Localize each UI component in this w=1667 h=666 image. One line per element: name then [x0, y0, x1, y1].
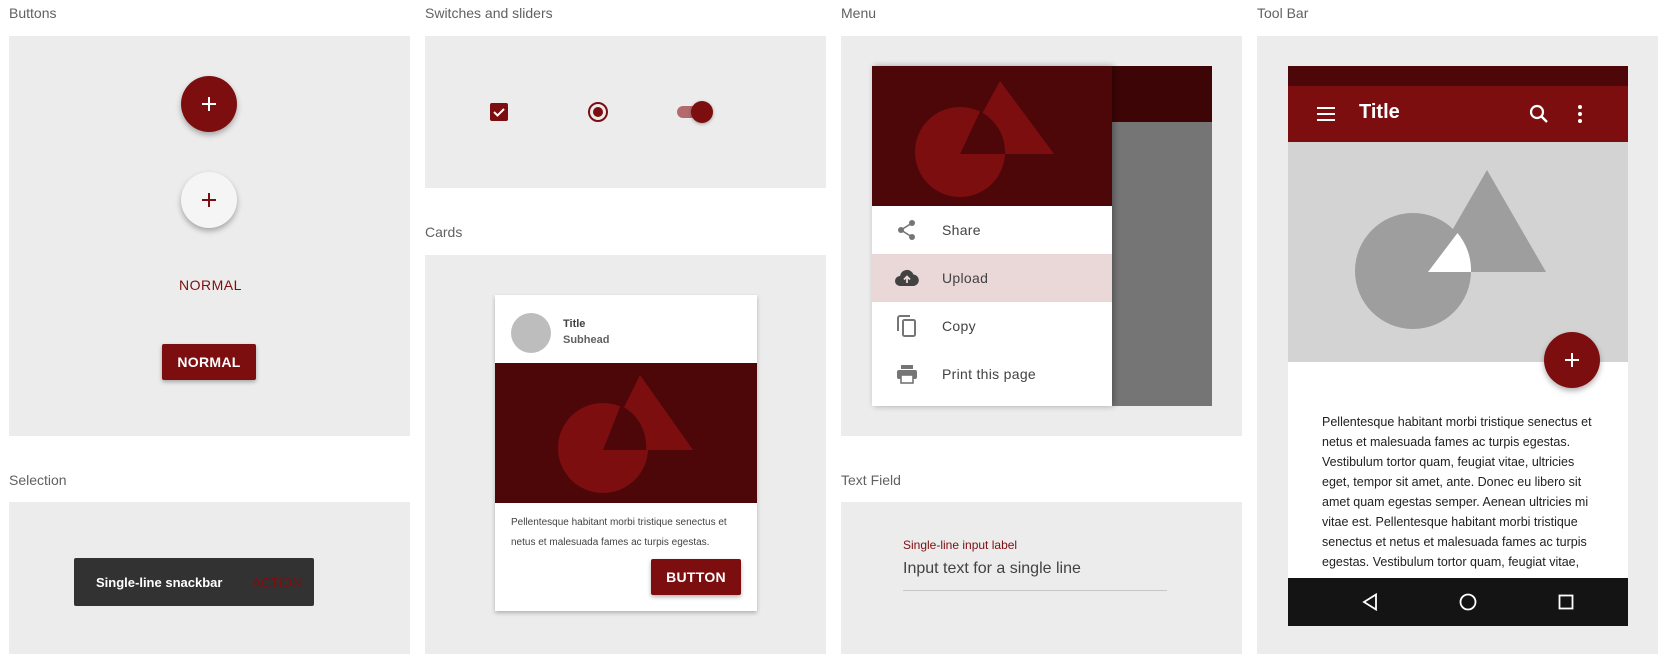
card-media-image: [495, 363, 757, 503]
section-title-menu: Menu: [841, 5, 877, 21]
buttons-panel: NORMAL NORMAL: [9, 36, 410, 436]
menu-item-share[interactable]: Share: [872, 206, 1112, 254]
home-circle-icon: [1459, 593, 1477, 611]
section-title-cards: Cards: [425, 224, 463, 240]
card-action-button[interactable]: BUTTON: [651, 559, 741, 595]
menu-item-label: Copy: [942, 318, 976, 334]
android-nav-bar: [1288, 578, 1628, 626]
section-title-selection: Selection: [9, 472, 67, 488]
hamburger-menu-icon[interactable]: [1316, 106, 1336, 122]
search-icon[interactable]: [1528, 103, 1550, 125]
cards-panel: Title Subhead Pellentesque habitant morb…: [425, 255, 826, 654]
fab-add-button-toolbar[interactable]: [1544, 332, 1600, 388]
nav-back-button[interactable]: [1340, 578, 1400, 626]
snackbar-action-button[interactable]: ACTION: [252, 575, 301, 590]
flat-normal-button[interactable]: NORMAL: [179, 277, 242, 293]
more-vert-icon[interactable]: [1576, 103, 1584, 125]
menu-demo-screen: Share Upload Copy Print this page: [872, 66, 1212, 406]
section-title-text-field: Text Field: [841, 472, 901, 488]
text-field-panel: Single-line input label Input text for a…: [841, 502, 1242, 654]
status-bar: [1288, 66, 1628, 86]
card-title: Title: [563, 318, 586, 330]
copy-icon: [872, 314, 942, 338]
nav-home-button[interactable]: [1438, 578, 1498, 626]
card-subhead: Subhead: [563, 334, 610, 346]
plus-icon: [1565, 353, 1579, 367]
menu-item-print[interactable]: Print this page: [872, 350, 1112, 398]
menu-item-copy[interactable]: Copy: [872, 302, 1112, 350]
print-icon: [872, 363, 942, 385]
text-field-label: Single-line input label: [903, 538, 1018, 552]
fab-add-button-light[interactable]: [181, 172, 237, 228]
app-toolbar: Title: [1288, 86, 1628, 142]
section-title-switches: Switches and sliders: [425, 5, 553, 21]
selection-panel: Single-line snackbar ACTION: [9, 502, 410, 654]
menu-item-label: Upload: [942, 270, 989, 286]
menu-header-image: [872, 66, 1112, 206]
radio-selected-icon[interactable]: [587, 101, 609, 123]
menu-item-upload[interactable]: Upload: [872, 254, 1112, 302]
back-triangle-icon: [1362, 593, 1377, 611]
single-line-text-field[interactable]: Single-line input label Input text for a…: [903, 538, 1167, 591]
switch-thumb: [691, 101, 713, 123]
share-icon: [872, 219, 942, 241]
card: Title Subhead Pellentesque habitant morb…: [495, 295, 757, 611]
fab-add-button-primary[interactable]: [181, 76, 237, 132]
snackbar: Single-line snackbar ACTION: [74, 558, 314, 606]
section-title-buttons: Buttons: [9, 5, 57, 21]
recents-square-icon: [1558, 594, 1574, 610]
toggle-switch-on[interactable]: [677, 101, 713, 123]
phone-screen: Title Pellentesque habitant morbi tristi…: [1288, 66, 1628, 626]
plus-icon: [202, 97, 216, 111]
menu-panel: Share Upload Copy Print this page: [841, 36, 1242, 436]
raised-normal-button[interactable]: NORMAL: [162, 344, 256, 380]
section-title-toolbar: Tool Bar: [1257, 5, 1309, 21]
card-avatar: [511, 313, 551, 353]
snackbar-text: Single-line snackbar: [96, 574, 223, 590]
toolbar-title: Title: [1359, 101, 1400, 123]
switches-panel: [425, 36, 826, 188]
cloud-upload-icon: [872, 268, 942, 288]
hero-image: [1288, 142, 1628, 362]
toolbar-body-text: Pellentesque habitant morbi tristique se…: [1322, 415, 1592, 569]
text-field-input-value[interactable]: Input text for a single line: [903, 560, 1167, 578]
plus-icon: [202, 193, 216, 207]
toolbar-panel: Title Pellentesque habitant morbi tristi…: [1257, 36, 1658, 654]
card-body-text: Pellentesque habitant morbi tristique se…: [511, 517, 727, 548]
dropdown-menu: Share Upload Copy Print this page: [872, 66, 1112, 406]
menu-item-label: Print this page: [942, 366, 1036, 382]
checkbox-checked-icon[interactable]: [489, 102, 509, 122]
nav-recents-button[interactable]: [1536, 578, 1596, 626]
menu-item-label: Share: [942, 222, 981, 238]
